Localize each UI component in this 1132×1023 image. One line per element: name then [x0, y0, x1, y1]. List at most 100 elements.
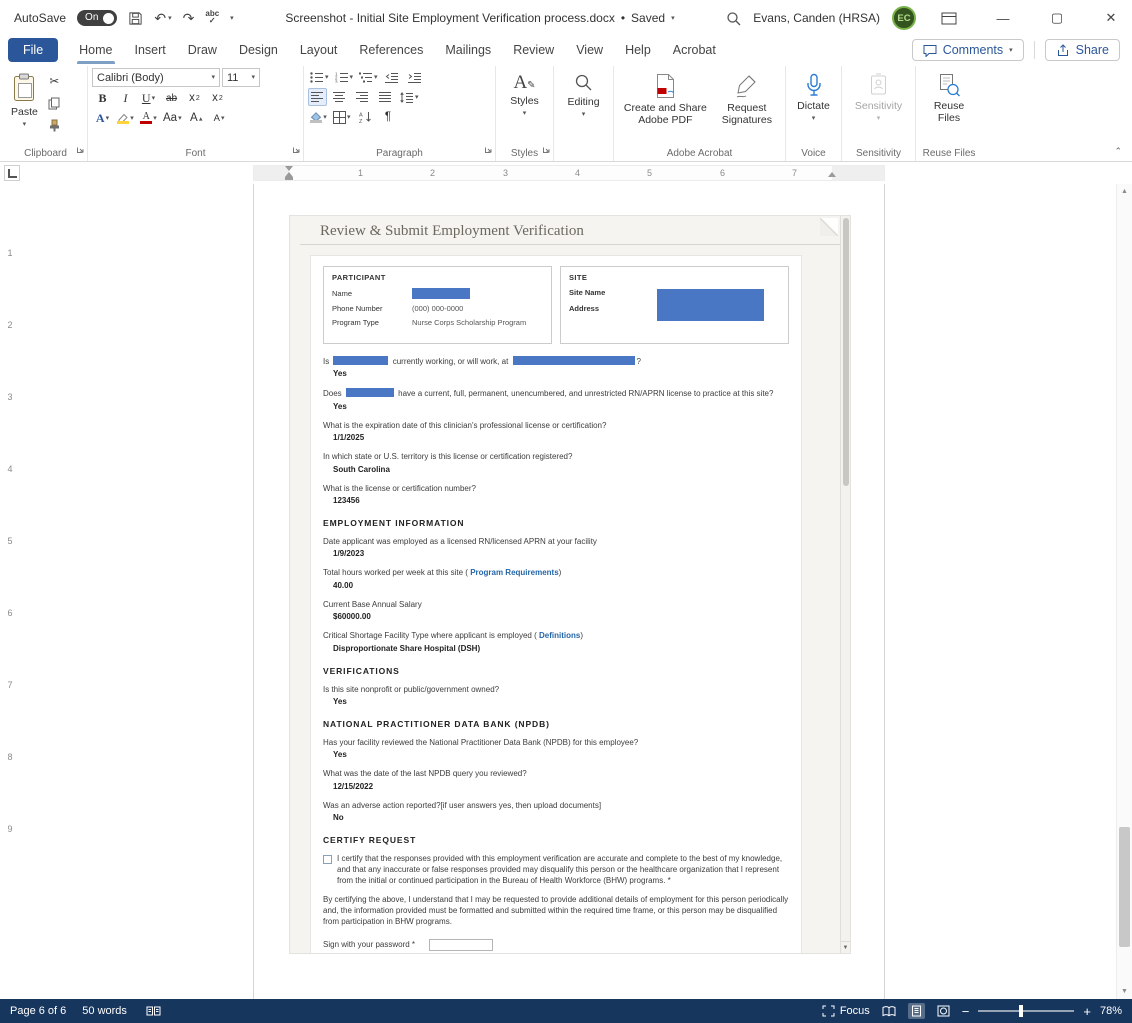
spelling-check-icon[interactable]: abc✓ [205, 11, 219, 25]
text-effects-button[interactable]: A▾ [92, 109, 113, 127]
right-indent-marker[interactable] [828, 172, 836, 177]
font-size-select[interactable]: 11▾ [222, 68, 260, 87]
maximize-button[interactable]: ▢ [1036, 0, 1078, 36]
search-icon[interactable] [726, 11, 741, 26]
sort-button[interactable]: AZ [355, 108, 376, 126]
autosave-toggle[interactable]: On [77, 10, 117, 26]
tab-view[interactable]: View [565, 36, 614, 64]
copy-icon[interactable] [44, 94, 65, 112]
form-scroll-thumb[interactable] [843, 218, 849, 486]
user-name[interactable]: Evans, Canden (HRSA) [753, 11, 880, 25]
redo-button[interactable]: ↷ [183, 10, 195, 27]
styles-dialog-launcher[interactable] [542, 141, 551, 159]
cut-icon[interactable]: ✂ [44, 72, 65, 90]
shrink-font-button[interactable]: A▾ [209, 109, 230, 127]
align-center-button[interactable] [329, 88, 350, 106]
bold-button[interactable]: B [92, 89, 113, 107]
undo-button[interactable]: ↶▾ [154, 10, 171, 27]
proofing-errors-icon[interactable] [143, 1003, 164, 1019]
dictate-button[interactable]: Dictate ▾ [790, 68, 837, 123]
share-button[interactable]: Share [1045, 39, 1120, 61]
tab-references[interactable]: References [348, 36, 434, 64]
read-mode-icon[interactable] [879, 1004, 899, 1019]
font-color-button[interactable]: A ▾ [138, 109, 159, 127]
scroll-down-button[interactable]: ▼ [1117, 984, 1132, 999]
styles-button[interactable]: A✎ Styles ▾ [500, 68, 549, 118]
word-count[interactable]: 50 words [82, 1005, 127, 1017]
tab-stop-selector[interactable] [4, 165, 20, 181]
tab-home[interactable]: Home [68, 36, 123, 64]
multilevel-list-button[interactable]: ▾ [357, 68, 380, 86]
strikethrough-button[interactable]: ab [161, 89, 182, 107]
zoom-slider-thumb[interactable] [1019, 1005, 1023, 1017]
zoom-in-button[interactable]: + [1083, 1004, 1091, 1019]
avatar[interactable]: EC [892, 6, 916, 30]
subscript-button[interactable]: x2 [184, 89, 205, 107]
document-scrollbar[interactable]: ▲ ▼ [1116, 184, 1132, 999]
minimize-button[interactable]: — [982, 0, 1024, 36]
italic-button[interactable]: I [115, 89, 136, 107]
create-pdf-button[interactable]: Create and Share Adobe PDF [618, 68, 713, 127]
embedded-form-screenshot[interactable]: Review & Submit Employment Verification … [289, 215, 851, 954]
left-indent-marker[interactable] [285, 177, 293, 180]
justify-button[interactable] [375, 88, 396, 106]
document-page[interactable]: Review & Submit Employment Verification … [253, 184, 885, 999]
horizontal-ruler[interactable]: 1 2 3 4 5 6 7 [253, 165, 885, 181]
zoom-slider[interactable] [978, 1010, 1074, 1012]
save-icon[interactable] [128, 11, 143, 26]
numbering-button[interactable]: 123 ▾ [333, 68, 356, 86]
comments-button[interactable]: Comments ▾ [912, 39, 1024, 61]
editing-button[interactable]: Editing ▾ [558, 68, 609, 119]
web-layout-icon[interactable] [934, 1003, 953, 1019]
increase-indent-button[interactable] [405, 68, 426, 86]
tab-help[interactable]: Help [614, 36, 662, 64]
focus-button[interactable]: Focus [822, 1005, 870, 1017]
form-scrollbar[interactable]: ▼ [840, 216, 850, 953]
tab-acrobat[interactable]: Acrobat [662, 36, 727, 64]
document-title-area[interactable]: Screenshot - Initial Site Employment Ver… [234, 11, 727, 25]
close-button[interactable]: ✕ [1090, 0, 1132, 36]
font-dialog-launcher[interactable] [292, 141, 301, 159]
scroll-up-button[interactable]: ▲ [1117, 184, 1132, 199]
decrease-indent-button[interactable] [382, 68, 403, 86]
align-left-button[interactable] [308, 88, 327, 106]
paste-button[interactable]: Paste ▾ [8, 68, 41, 134]
tab-mailings[interactable]: Mailings [434, 36, 502, 64]
change-case-button[interactable]: Aa▾ [161, 109, 184, 127]
request-signatures-button[interactable]: Request Signatures [713, 68, 781, 127]
show-marks-button[interactable]: ¶ [378, 108, 399, 126]
tab-layout[interactable]: Layout [289, 36, 349, 64]
saved-chevron-icon[interactable]: ▾ [671, 15, 675, 22]
zoom-out-button[interactable]: − [962, 1004, 970, 1019]
sensitivity-button[interactable]: Sensitivity ▾ [846, 68, 911, 123]
format-painter-icon[interactable] [44, 116, 65, 134]
ribbon-display-options-icon[interactable] [928, 0, 970, 36]
page-indicator[interactable]: Page 6 of 6 [10, 1005, 66, 1017]
definitions-link[interactable]: Definitions [539, 631, 580, 640]
tab-file[interactable]: File [8, 38, 58, 62]
first-line-indent-marker[interactable] [285, 166, 293, 171]
font-name-select[interactable]: Calibri (Body)▾ [92, 68, 220, 87]
grow-font-button[interactable]: A▾ [186, 109, 207, 127]
program-requirements-link[interactable]: Program Requirements [470, 568, 558, 577]
tab-insert[interactable]: Insert [124, 36, 177, 64]
clipboard-dialog-launcher[interactable] [76, 141, 85, 159]
shading-button[interactable]: ▾ [308, 108, 329, 126]
scroll-thumb[interactable] [1119, 827, 1130, 947]
password-input[interactable] [429, 939, 493, 951]
certify-checkbox[interactable] [323, 855, 332, 864]
zoom-level[interactable]: 78% [1100, 1005, 1122, 1017]
paragraph-dialog-launcher[interactable] [484, 141, 493, 159]
highlight-button[interactable]: ▾ [115, 109, 136, 127]
tab-design[interactable]: Design [228, 36, 289, 64]
borders-button[interactable]: ▾ [331, 108, 353, 126]
align-right-button[interactable] [352, 88, 373, 106]
superscript-button[interactable]: x2 [207, 89, 228, 107]
vertical-ruler[interactable]: 1 2 3 4 5 6 7 8 9 [2, 184, 18, 834]
tab-review[interactable]: Review [502, 36, 565, 64]
underline-button[interactable]: U▾ [138, 89, 159, 107]
tab-draw[interactable]: Draw [177, 36, 228, 64]
bullets-button[interactable]: ▾ [308, 68, 331, 86]
line-spacing-button[interactable]: ▾ [398, 88, 421, 106]
reuse-files-button[interactable]: Reuse Files [920, 68, 978, 125]
